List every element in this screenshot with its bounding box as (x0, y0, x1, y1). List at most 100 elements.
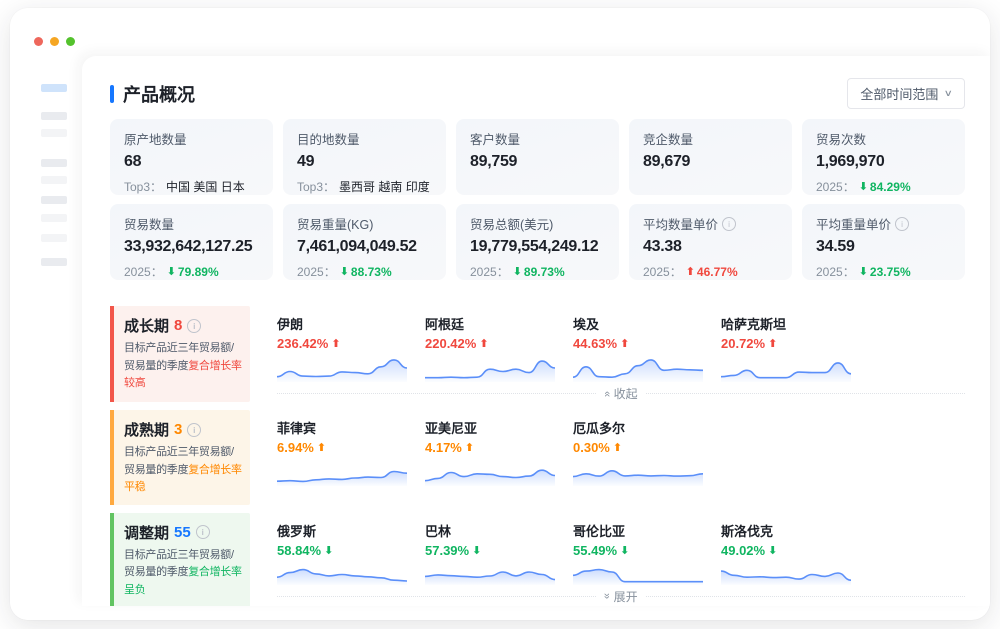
stats-cards: 原产地数量68Top3：中国 美国 日本目的地数量49Top3：墨西哥 越南 印… (110, 119, 965, 280)
trend-sparkline (277, 458, 407, 486)
country-trend-cell: 亚美尼亚4.17%⬆ (425, 418, 573, 486)
stage-country-row: 俄罗斯58.84%⬇巴林57.39%⬇哥伦比亚55.49%⬇斯洛伐克49.02%… (277, 513, 965, 585)
page-title-wrap: 产品概况 (110, 81, 195, 107)
fold-chevrons-up-icon: « (602, 390, 614, 396)
stat-trend: ⬆46.77% (686, 265, 738, 279)
stage-description: 目标产品近三年贸易额/贸易量的季度复合增长率平稳 (124, 444, 242, 497)
arrow-up-icon: ⬆ (768, 337, 777, 350)
country-name: 哈萨克斯坦 (721, 314, 869, 333)
stat-card: 平均数量单价i43.382025：⬆46.77% (629, 204, 792, 280)
stage-label-block: 成熟期3i 目标产品近三年贸易额/贸易量的季度复合增长率平稳 (110, 410, 250, 505)
arrow-down-icon: ⬇ (620, 544, 629, 557)
collapse-toggle[interactable]: «收起 (277, 385, 965, 402)
stat-trend: ⬇88.73% (340, 265, 392, 279)
arrow-down-icon: ⬇ (859, 180, 868, 193)
stat-value: 33,932,642,127.25 (124, 238, 259, 256)
country-trend-cell: 巴林 57.39%⬇ (425, 521, 573, 585)
stat-trend: ⬇84.29% (859, 180, 911, 194)
country-name: 斯洛伐克 (721, 521, 869, 540)
arrow-down-icon: ⬇ (768, 544, 777, 557)
stat-sub-prefix: 2025： (816, 178, 855, 195)
stage-description: 目标产品近三年贸易额/贸易量的季度复合增长率较高 (124, 340, 242, 393)
country-trend-cell: 哈萨克斯坦 20.72%⬆ (721, 314, 869, 382)
country-growth-pct: 44.63%⬆ (573, 336, 721, 351)
sidebar-item[interactable] (41, 234, 67, 242)
stat-subline: 2025： ⬆46.77% (643, 263, 778, 280)
stage-title: 成熟期3i (124, 419, 242, 440)
stat-label: 贸易总额(美元) (470, 214, 605, 233)
stat-subline: 2025： ⬇79.89% (124, 263, 259, 280)
stat-label: 贸易数量 (124, 214, 259, 233)
sidebar-item[interactable] (41, 176, 67, 184)
stat-card: 贸易总额(美元)19,779,554,249.122025：⬇89.73% (456, 204, 619, 280)
arrow-up-icon: ⬆ (613, 441, 622, 454)
country-trend-cell: 伊朗236.42%⬆ (277, 314, 425, 382)
stage-name: 调整期 (124, 522, 169, 543)
page-title: 产品概况 (123, 81, 195, 107)
stage-country-row: 伊朗236.42%⬆阿根廷 220.42%⬆埃及 44.63%⬆哈萨克斯坦 20.72… (277, 306, 965, 382)
stage-section: 调整期55i目标产品近三年贸易额/贸易量的季度复合增长率呈负俄罗斯58.84%⬇… (110, 513, 965, 606)
stat-subline: Top3：墨西哥 越南 印度 (297, 178, 432, 195)
arrow-up-icon: ⬆ (317, 441, 326, 454)
country-trend-cell: 俄罗斯58.84%⬇ (277, 521, 425, 585)
country-growth-pct: 220.42%⬆ (425, 336, 573, 351)
stat-card: 竞企数量89,679 (629, 119, 792, 195)
minimize-button[interactable] (50, 37, 59, 46)
sidebar-item[interactable] (41, 84, 67, 92)
sidebar-item[interactable] (41, 159, 67, 167)
sidebar-item[interactable] (41, 129, 67, 137)
sidebar-item[interactable] (41, 258, 67, 266)
stat-value: 49 (297, 153, 432, 171)
trend-sparkline (277, 561, 407, 585)
close-button[interactable] (34, 37, 43, 46)
stat-sub-prefix: 2025： (816, 263, 855, 280)
country-name: 阿根廷 (425, 314, 573, 333)
arrow-up-icon: ⬆ (479, 337, 488, 350)
country-name: 厄瓜多尔 (573, 418, 721, 437)
country-growth-pct: 0.30%⬆ (573, 440, 721, 455)
stat-sub-prefix: 2025： (643, 263, 682, 280)
time-range-select[interactable]: 全部时间范围 ∨ (847, 78, 965, 109)
country-growth-pct: 20.72%⬆ (721, 336, 869, 351)
arrow-down-icon: ⬇ (167, 265, 176, 278)
info-icon[interactable]: i (187, 423, 201, 437)
country-name: 巴林 (425, 521, 573, 540)
stat-sub-prefix: 2025： (124, 263, 163, 280)
country-name: 埃及 (573, 314, 721, 333)
sidebar-item[interactable] (41, 112, 67, 120)
stat-trend: ⬇79.89% (167, 265, 219, 279)
stat-value: 1,969,970 (816, 153, 951, 171)
sidebar-item[interactable] (41, 214, 67, 222)
stat-card: 目的地数量49Top3：墨西哥 越南 印度 (283, 119, 446, 195)
fold-chevrons-down-icon: « (602, 593, 614, 599)
arrow-up-icon: ⬆ (686, 265, 695, 278)
info-icon[interactable]: i (722, 217, 736, 231)
info-icon[interactable]: i (895, 217, 909, 231)
sidebar-item[interactable] (41, 196, 67, 204)
stage-count: 8 (174, 317, 182, 334)
trend-sparkline (573, 561, 703, 585)
stage-title: 成长期8i (124, 315, 242, 336)
country-trend-cell: 菲律宾6.94%⬆ (277, 418, 425, 486)
country-trend-cell: 阿根廷 220.42%⬆ (425, 314, 573, 382)
country-growth-pct: 57.39%⬇ (425, 543, 573, 558)
country-trend-cell: 斯洛伐克49.02%⬇ (721, 521, 869, 585)
country-trend-cell: 厄瓜多尔 0.30%⬆ (573, 418, 721, 486)
main-panel: 产品概况 全部时间范围 ∨ 原产地数量68Top3：中国 美国 日本目的地数量4… (82, 56, 990, 606)
stage-section: 成长期8i 目标产品近三年贸易额/贸易量的季度复合增长率较高伊朗236.42%⬆阿… (110, 306, 965, 402)
country-name: 菲律宾 (277, 418, 425, 437)
info-icon[interactable]: i (187, 319, 201, 333)
trend-sparkline (425, 561, 555, 585)
country-name: 亚美尼亚 (425, 418, 573, 437)
trend-sparkline (573, 354, 703, 382)
stage-description: 目标产品近三年贸易额/贸易量的季度复合增长率呈负 (124, 547, 242, 600)
stats-row: 贸易数量33,932,642,127.252025：⬇79.89%贸易重量(KG… (110, 204, 965, 280)
stat-card: 贸易次数 1,969,970 2025： ⬇84.29% (802, 119, 965, 195)
expand-toggle[interactable]: «展开 (277, 588, 965, 605)
info-icon[interactable]: i (196, 525, 210, 539)
zoom-button[interactable] (66, 37, 75, 46)
page-header: 产品概况 全部时间范围 ∨ (110, 78, 965, 109)
stat-label: 贸易次数 (816, 129, 951, 148)
stat-value: 43.38 (643, 238, 778, 256)
stat-value: 19,779,554,249.12 (470, 238, 605, 256)
